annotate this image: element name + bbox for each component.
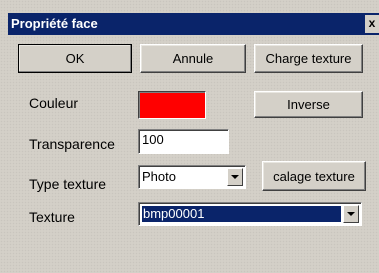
chevron-down-icon[interactable] [227,168,243,186]
title-bar[interactable]: Propriété face x [8,13,379,35]
transparency-value: 100 [142,132,164,147]
chevron-down-icon[interactable] [343,205,359,223]
transparency-label: Transparence [29,136,115,152]
window-title: Propriété face [11,16,98,31]
properties-dialog: Propriété face x OK Annule Charge textur… [0,0,379,273]
transparency-input[interactable]: 100 [138,129,229,154]
texture-calibration-button[interactable]: calage texture [262,161,366,191]
texture-select[interactable]: bmp00001 [138,202,362,226]
close-icon[interactable]: x [365,15,379,33]
inverse-button[interactable]: Inverse [254,91,363,118]
texture-type-value: Photo [142,169,176,184]
color-swatch[interactable] [138,91,206,119]
ok-button[interactable]: OK [18,44,132,73]
color-label: Couleur [29,95,79,111]
cancel-button[interactable]: Annule [140,44,246,73]
texture-type-select[interactable]: Photo [138,165,246,189]
texture-label: Texture [29,209,75,225]
load-texture-button[interactable]: Charge texture [254,44,363,73]
texture-value: bmp00001 [142,206,341,222]
texture-type-label: Type texture [29,176,107,192]
